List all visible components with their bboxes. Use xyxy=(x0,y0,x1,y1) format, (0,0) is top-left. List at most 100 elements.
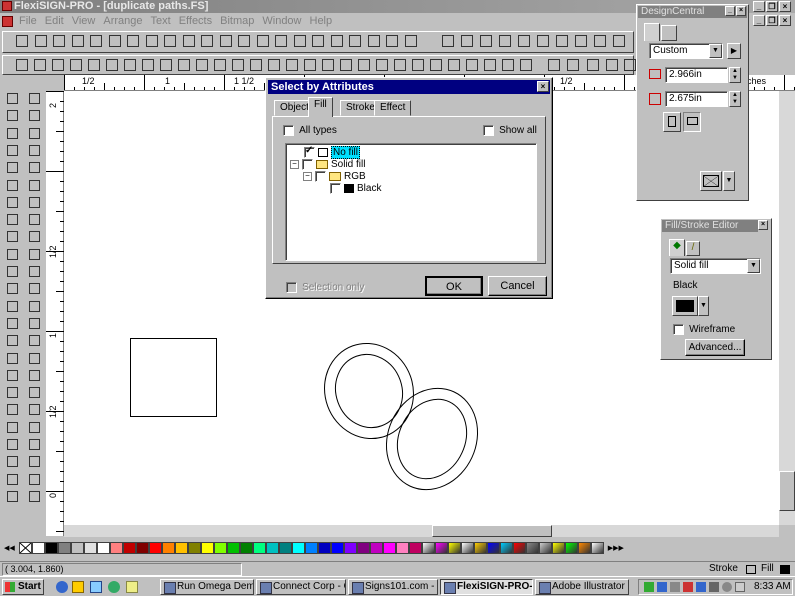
chevron-down-icon[interactable]: ▼ xyxy=(723,171,735,191)
color-swatch[interactable] xyxy=(57,541,71,554)
align-left-icon[interactable] xyxy=(266,57,282,73)
restore-button[interactable]: ❐ xyxy=(766,1,778,12)
freehand-tool-icon[interactable] xyxy=(26,177,42,193)
order-back-icon[interactable] xyxy=(176,57,192,73)
save-icon[interactable] xyxy=(51,33,67,49)
page-setup-icon[interactable] xyxy=(255,33,271,49)
circle-tool-icon[interactable] xyxy=(4,298,20,314)
refresh-icon[interactable] xyxy=(218,33,234,49)
ellipse-icon[interactable] xyxy=(565,57,581,73)
rotate-tool-icon[interactable] xyxy=(4,246,20,262)
polygon-icon[interactable] xyxy=(604,57,620,73)
color-swatch[interactable] xyxy=(200,541,214,554)
tree-item[interactable]: Black xyxy=(330,182,381,194)
preset-select[interactable]: Custom ▼ xyxy=(649,43,723,59)
document-icon[interactable] xyxy=(2,15,13,27)
mirror-icon[interactable] xyxy=(592,33,608,49)
space-v-icon[interactable] xyxy=(140,57,156,73)
envelope-icon[interactable] xyxy=(700,171,722,191)
tray-icon[interactable] xyxy=(670,582,680,592)
color-swatch[interactable] xyxy=(109,541,123,554)
print-icon[interactable] xyxy=(70,33,86,49)
doc-restore-button[interactable]: ❐ xyxy=(766,15,778,26)
color-tool-tool-icon[interactable] xyxy=(26,228,42,244)
space-h-icon[interactable] xyxy=(122,57,138,73)
menu-bitmap[interactable]: Bitmap xyxy=(216,15,258,27)
save-icon[interactable] xyxy=(403,33,419,49)
menu-file[interactable]: File xyxy=(15,15,41,27)
v-scroll-thumb[interactable] xyxy=(779,471,795,511)
zoom-icon[interactable] xyxy=(310,33,326,49)
ruler-corner[interactable] xyxy=(46,75,64,91)
square-shape[interactable] xyxy=(130,338,217,417)
color-picker-icon[interactable] xyxy=(329,33,345,49)
pattern-swatch[interactable] xyxy=(538,541,552,554)
no-color-swatch[interactable] xyxy=(18,541,32,554)
eyedropper-tool-icon[interactable] xyxy=(4,211,20,227)
color-swatch[interactable] xyxy=(369,541,383,554)
tab-fill[interactable]: Fill xyxy=(308,97,333,117)
transform-icon[interactable] xyxy=(554,33,570,49)
all-types-checkbox[interactable] xyxy=(283,124,294,136)
color-swatch[interactable] xyxy=(174,541,188,554)
width-field[interactable]: 2.966in xyxy=(665,67,728,83)
rectangle-tool-icon[interactable] xyxy=(4,159,20,175)
pattern-swatch[interactable] xyxy=(551,541,565,554)
align-icon[interactable] xyxy=(440,33,456,49)
chevron-down-icon[interactable]: ▼ xyxy=(709,44,722,58)
rectangle-icon[interactable] xyxy=(546,57,562,73)
black-checkbox[interactable] xyxy=(330,182,341,194)
align-bottom-icon[interactable] xyxy=(356,57,372,73)
tray-icon[interactable] xyxy=(657,582,667,592)
pattern-swatch[interactable] xyxy=(590,541,604,554)
collapse-icon[interactable]: − xyxy=(290,159,299,169)
text-tool-icon[interactable] xyxy=(26,107,42,123)
pattern-swatch[interactable] xyxy=(421,541,435,554)
tray-icon[interactable] xyxy=(696,582,706,592)
space-v-icon[interactable] xyxy=(392,57,408,73)
panel-close-button[interactable]: × xyxy=(736,6,746,16)
speaker-icon[interactable] xyxy=(735,582,745,592)
color-swatch[interactable] xyxy=(317,541,331,554)
shape-tool-icon[interactable] xyxy=(4,315,20,331)
color-swatch[interactable] xyxy=(343,541,357,554)
node-edit-tool-icon[interactable] xyxy=(4,142,20,158)
lock-icon[interactable] xyxy=(446,57,462,73)
align-center-icon[interactable] xyxy=(284,57,300,73)
fill-status-swatch[interactable] xyxy=(780,565,790,574)
align-middle-icon[interactable] xyxy=(86,57,102,73)
shadow-tool-icon[interactable] xyxy=(4,436,20,452)
color-swatch[interactable] xyxy=(44,541,58,554)
clock[interactable]: 8:33 AM xyxy=(754,581,791,592)
palette-icon[interactable] xyxy=(292,33,308,49)
path-icon[interactable] xyxy=(248,57,264,73)
fill-bucket-icon[interactable]: ◆ xyxy=(669,239,685,256)
knife-tool-icon[interactable] xyxy=(4,263,20,279)
contour-icon[interactable] xyxy=(516,33,532,49)
arc-tool-icon[interactable] xyxy=(26,488,42,504)
align-left-icon[interactable] xyxy=(518,57,534,73)
color-swatch[interactable] xyxy=(265,541,279,554)
pattern-swatch[interactable] xyxy=(525,541,539,554)
doc-minimize-button[interactable]: _ xyxy=(753,15,765,26)
gradient-tool-icon[interactable] xyxy=(4,401,20,417)
menu-help[interactable]: Help xyxy=(306,15,337,27)
undo-icon[interactable] xyxy=(181,33,197,49)
color-swatch[interactable] xyxy=(213,541,227,554)
menu-window[interactable]: Window xyxy=(258,15,305,27)
tree-item[interactable]: − RGB xyxy=(303,170,366,182)
preview-icon[interactable] xyxy=(273,33,289,49)
color-swatch[interactable] xyxy=(291,541,305,554)
color-swatch[interactable] xyxy=(304,541,318,554)
pen-tool-icon[interactable] xyxy=(26,125,42,141)
align-center-icon[interactable] xyxy=(32,57,48,73)
eyedropper-tool-icon[interactable] xyxy=(26,211,42,227)
task-adobe-illustrator[interactable]: Adobe Illustrator xyxy=(535,579,629,595)
bezier-tool-icon[interactable] xyxy=(26,471,42,487)
blend-tool-icon[interactable] xyxy=(26,453,42,469)
color-swatch[interactable] xyxy=(408,541,422,554)
solid-fill-checkbox[interactable] xyxy=(302,158,313,170)
view-icon[interactable] xyxy=(236,33,252,49)
bezier-tool-icon[interactable] xyxy=(4,471,20,487)
contour-tool-icon[interactable] xyxy=(26,419,42,435)
